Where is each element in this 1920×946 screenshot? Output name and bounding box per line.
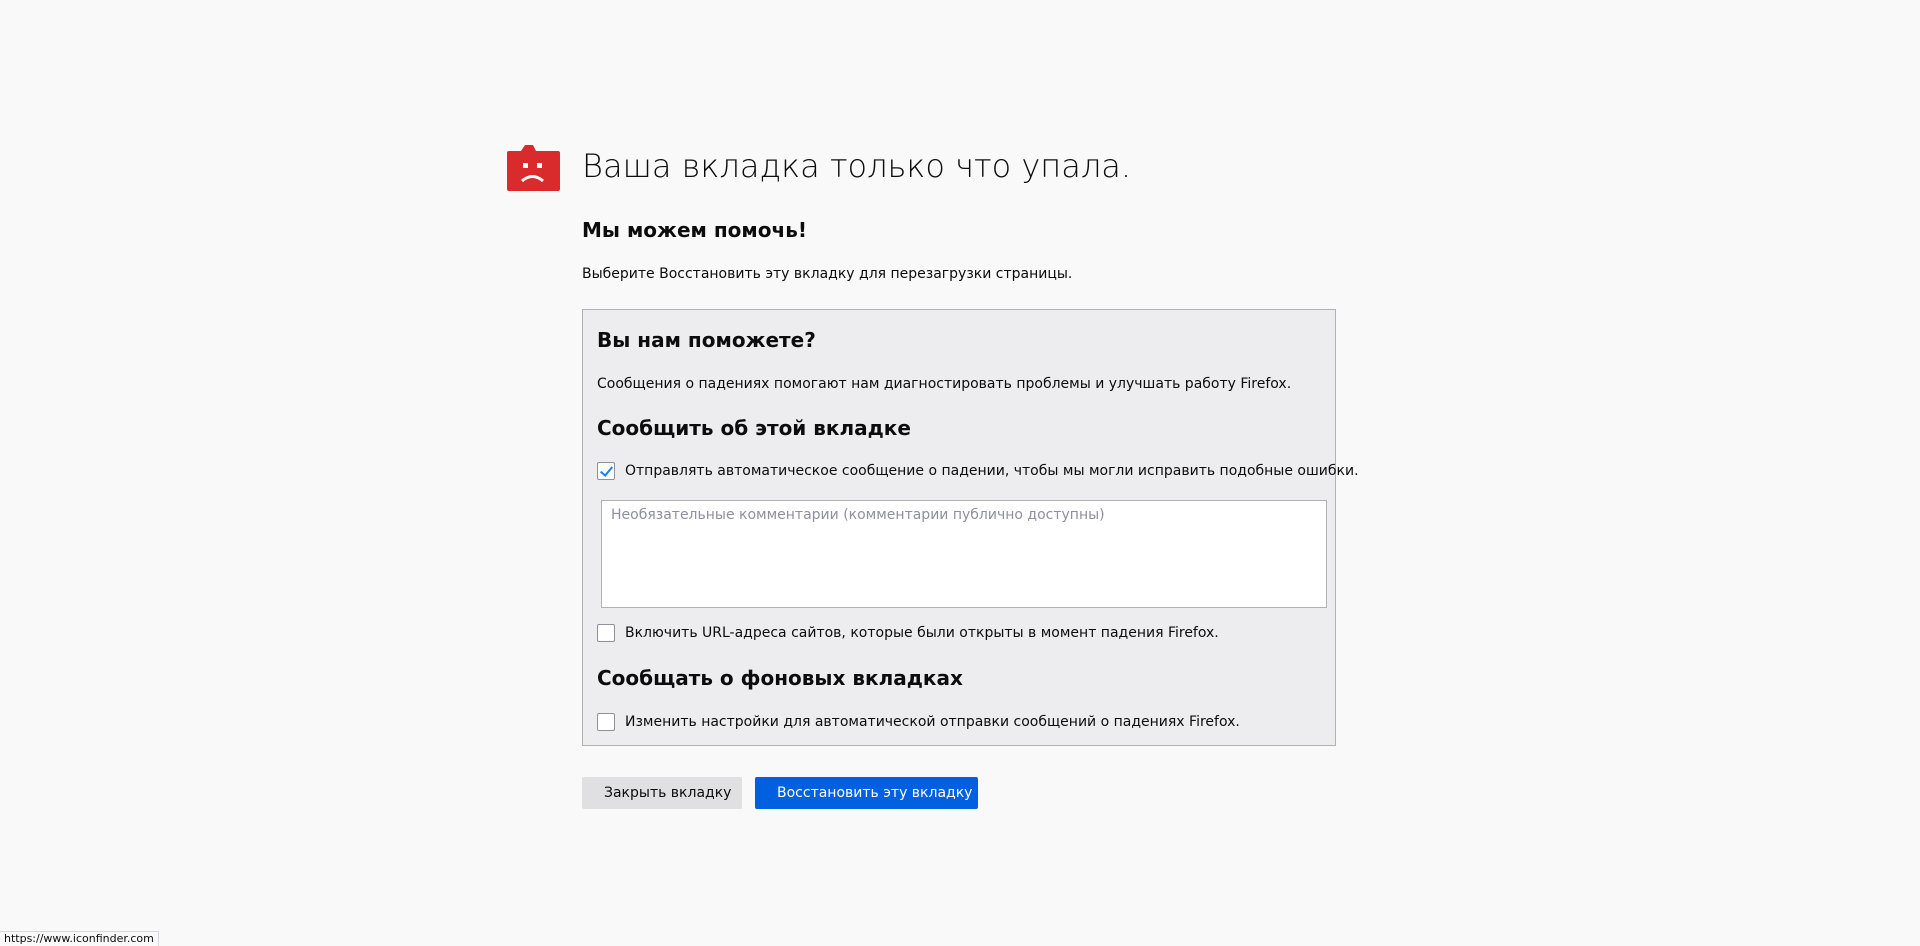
report-tab-heading: Сообщить об этой вкладке <box>597 416 911 440</box>
restore-tab-button[interactable]: Восстановить эту вкладку <box>755 777 978 809</box>
crash-page: Ваша вкладка только что упала. Мы можем … <box>0 0 1920 946</box>
auto-submit-checkbox[interactable] <box>597 713 615 731</box>
auto-submit-label: Изменить настройки для автоматической от… <box>625 714 1240 730</box>
status-bar-url: https://www.iconfinder.com <box>0 931 159 946</box>
send-report-option[interactable]: Отправлять автоматическое сообщение о па… <box>597 460 1359 482</box>
crash-report-box: Вы нам поможете? Сообщения о падениях по… <box>582 309 1359 746</box>
send-report-label: Отправлять автоматическое сообщение о па… <box>625 463 1359 479</box>
help-heading: Мы можем помочь! <box>582 218 807 242</box>
sad-tab-icon <box>507 145 560 191</box>
include-urls-label: Включить URL-адреса сайтов, которые были… <box>625 625 1219 641</box>
help-text: Выберите Восстановить эту вкладку для пе… <box>582 266 1073 282</box>
auto-submit-option[interactable]: Изменить настройки для автоматической от… <box>597 711 1240 733</box>
page-title: Ваша вкладка только что упала. <box>582 147 1132 185</box>
include-urls-checkbox[interactable] <box>597 624 615 642</box>
send-report-checkbox[interactable] <box>597 462 615 480</box>
comments-field[interactable] <box>601 500 1327 608</box>
close-tab-button[interactable]: Закрыть вкладку <box>582 777 742 809</box>
report-text: Сообщения о падениях помогают нам диагно… <box>597 376 1292 392</box>
include-urls-option[interactable]: Включить URL-адреса сайтов, которые были… <box>597 622 1219 644</box>
background-tabs-heading: Сообщать о фоновых вкладках <box>597 666 963 690</box>
report-heading: Вы нам поможете? <box>597 328 816 352</box>
